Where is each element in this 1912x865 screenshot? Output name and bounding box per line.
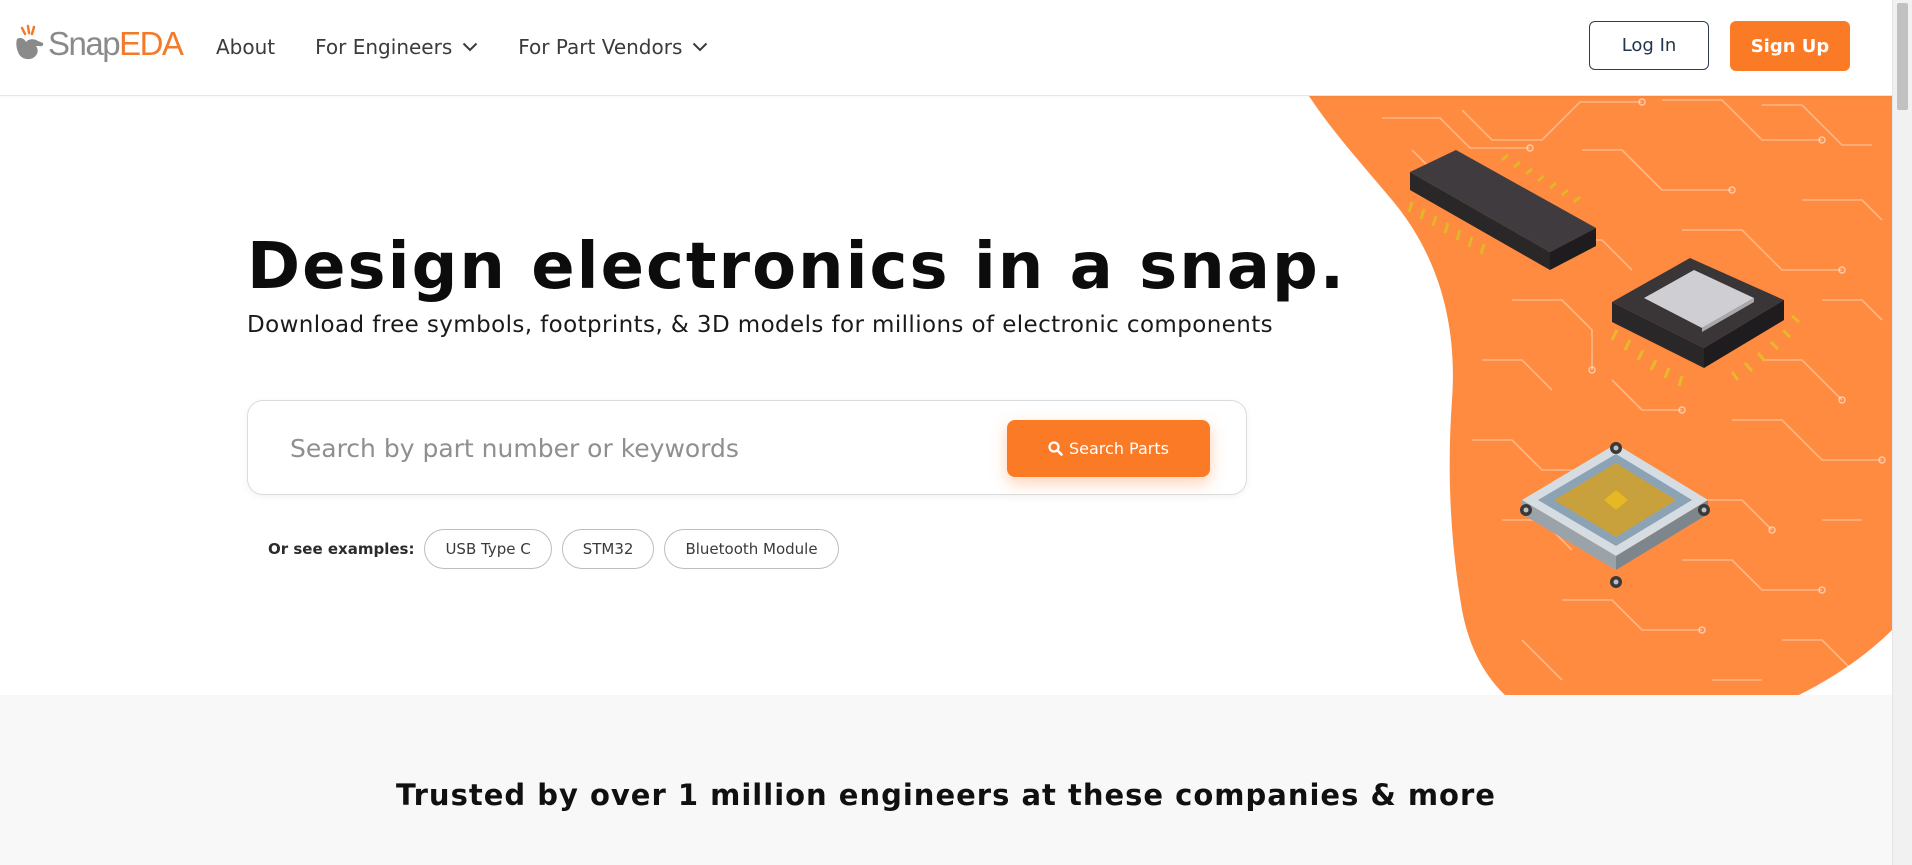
- signup-button[interactable]: Sign Up: [1730, 21, 1850, 71]
- login-button[interactable]: Log In: [1589, 21, 1709, 70]
- chevron-down-icon: [693, 42, 708, 52]
- example-chip-bluetooth-module[interactable]: Bluetooth Module: [664, 529, 839, 569]
- nav-for-engineers-label: For Engineers: [315, 35, 453, 59]
- scrollbar-thumb[interactable]: [1897, 3, 1908, 110]
- hero-section: Design electronics in a snap. Download f…: [0, 95, 1892, 695]
- snapeda-logo[interactable]: SnapEDA: [14, 20, 184, 66]
- main-nav: About For Engineers For Part Vendors: [216, 0, 708, 94]
- logo-snap-text: Snap: [48, 24, 121, 62]
- trusted-title: Trusted by over 1 million engineers at t…: [396, 778, 1496, 812]
- site-header: SnapEDA About For Engineers For Part Ven…: [0, 0, 1892, 96]
- logo-wordmark: SnapEDA: [48, 24, 184, 62]
- nav-for-part-vendors-label: For Part Vendors: [518, 35, 683, 59]
- page-scrollbar[interactable]: [1892, 0, 1912, 865]
- hero-subheadline: Download free symbols, footprints, & 3D …: [247, 312, 1274, 338]
- nav-for-part-vendors[interactable]: For Part Vendors: [518, 35, 708, 59]
- snap-hand-icon: [16, 24, 44, 60]
- examples-label: Or see examples:: [268, 540, 415, 558]
- search-input[interactable]: [288, 421, 1032, 475]
- chevron-down-icon: [463, 42, 478, 52]
- search-parts-button[interactable]: Search Parts: [1007, 420, 1210, 477]
- example-chip-stm32[interactable]: STM32: [561, 529, 655, 569]
- example-chip-usb-type-c[interactable]: USB Type C: [424, 529, 552, 569]
- hero-headline: Design electronics in a snap.: [247, 230, 1347, 304]
- nav-about-label: About: [216, 35, 276, 59]
- example-searches: Or see examples: USB Type C STM32 Blueto…: [268, 529, 849, 569]
- search-icon: [1048, 441, 1063, 456]
- trusted-section: Trusted by over 1 million engineers at t…: [0, 695, 1892, 865]
- search-card: Search Parts: [247, 400, 1247, 495]
- logo-eda-text: EDA: [119, 24, 184, 62]
- nav-for-engineers[interactable]: For Engineers: [315, 35, 478, 59]
- nav-about[interactable]: About: [216, 35, 275, 59]
- search-parts-label: Search Parts: [1069, 439, 1169, 458]
- hero-illustration: [1308, 95, 1892, 695]
